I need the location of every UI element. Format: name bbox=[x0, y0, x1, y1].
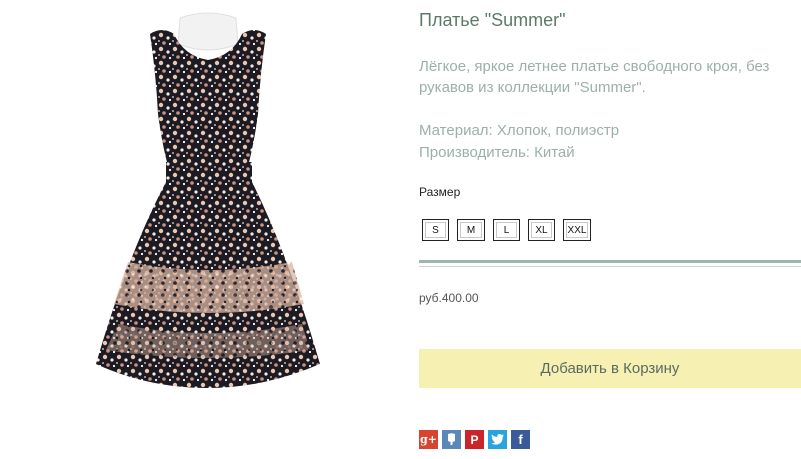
pinterest-icon[interactable]: P bbox=[465, 430, 484, 449]
size-option-xxl[interactable]: XXL bbox=[563, 219, 591, 241]
divider-thin bbox=[419, 266, 801, 267]
twitter-bird-glyph bbox=[491, 434, 504, 445]
social-share-bar: g+ P f bbox=[419, 430, 530, 449]
vk-icon-glyph bbox=[448, 433, 455, 445]
size-label: Размер bbox=[419, 185, 461, 199]
vk-icon[interactable] bbox=[442, 430, 461, 449]
add-to-cart-button[interactable]: Добавить в Корзину bbox=[419, 349, 801, 388]
product-image bbox=[96, 12, 320, 388]
pinterest-icon-text: P bbox=[470, 432, 479, 447]
size-option-s[interactable]: S bbox=[422, 219, 449, 241]
material-text: Материал: Хлопок, полиэстр bbox=[419, 122, 620, 139]
google-plus-icon[interactable]: g+ bbox=[419, 430, 438, 449]
product-title: Платье "Summer" bbox=[419, 10, 566, 30]
product-specs: Материал: Хлопок, полиэстр Производитель… bbox=[419, 120, 619, 164]
size-option-l[interactable]: L bbox=[493, 219, 520, 241]
size-option-m[interactable]: M bbox=[457, 219, 485, 241]
size-selector: S M L XL XXL bbox=[422, 219, 591, 241]
facebook-icon-text: f bbox=[518, 432, 523, 447]
product-description: Лёгкое, яркое летнее платье свободного к… bbox=[419, 58, 770, 96]
google-plus-icon-text: g+ bbox=[420, 433, 437, 446]
facebook-icon[interactable]: f bbox=[511, 430, 530, 449]
manufacturer-text: Производитель: Китай bbox=[419, 144, 575, 161]
size-option-xl[interactable]: XL bbox=[528, 219, 555, 241]
divider bbox=[419, 260, 801, 263]
product-price: руб.400.00 bbox=[419, 291, 479, 305]
twitter-icon[interactable] bbox=[488, 430, 507, 449]
